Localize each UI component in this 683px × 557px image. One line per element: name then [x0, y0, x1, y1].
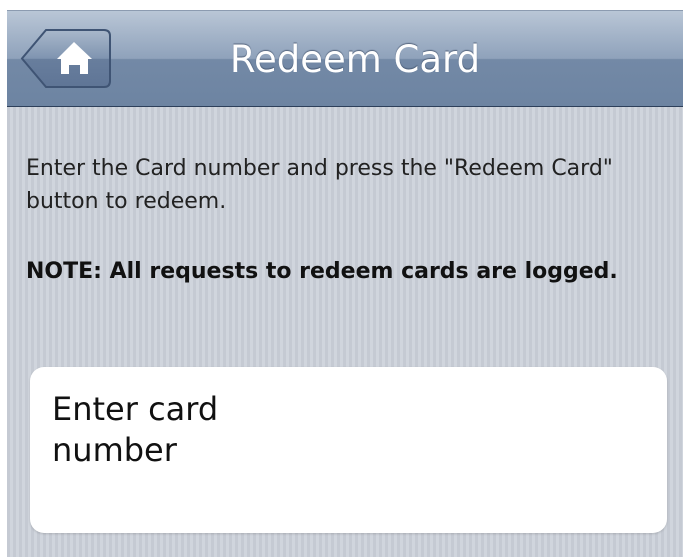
logging-note: NOTE: All requests to redeem cards are l… — [26, 259, 618, 284]
home-button[interactable] — [20, 28, 112, 89]
instructions-text: Enter the Card number and press the "Red… — [26, 156, 613, 214]
card-number-placeholder: Enter card number — [52, 390, 219, 469]
screen: Redeem Card Enter the Card number and pr… — [7, 10, 683, 557]
home-button-shape — [20, 29, 111, 88]
card-number-field[interactable]: Enter card number — [30, 367, 667, 533]
navigation-bar: Redeem Card — [7, 10, 683, 107]
page-title: Redeem Card — [229, 38, 481, 81]
